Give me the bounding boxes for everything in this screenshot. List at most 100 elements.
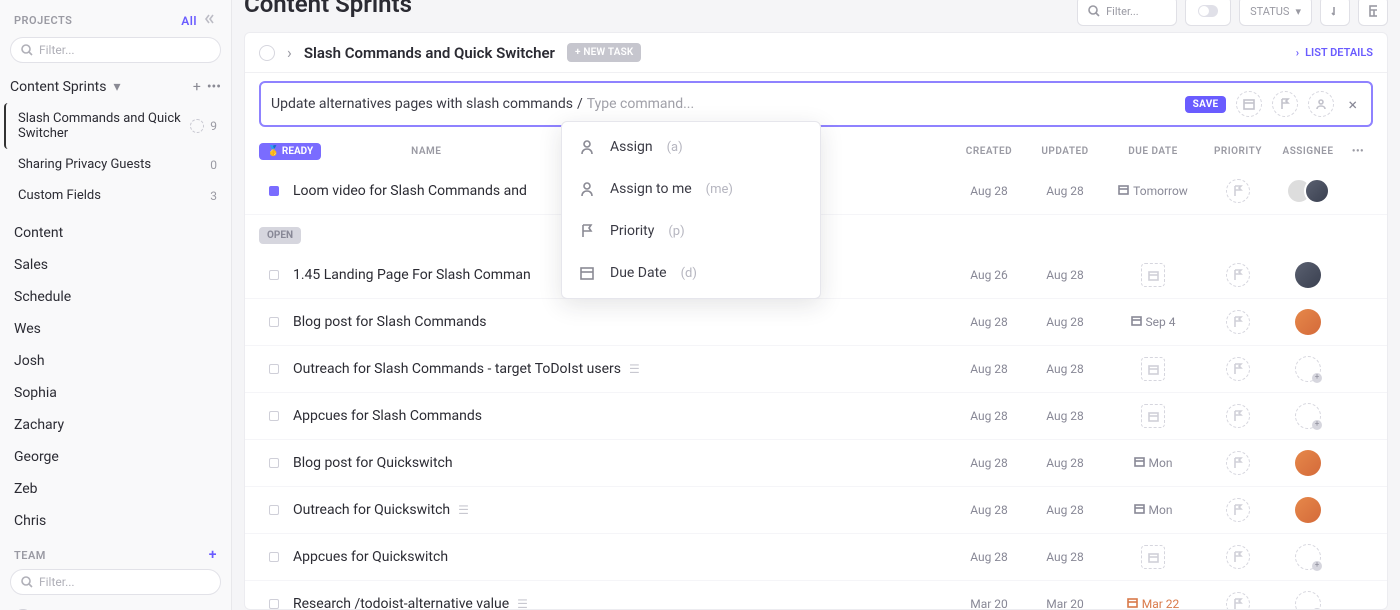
task-due[interactable] <box>1103 263 1203 287</box>
task-priority[interactable] <box>1203 592 1273 610</box>
assignee-ghost-icon[interactable] <box>1308 91 1334 117</box>
task-row[interactable]: Outreach for Quickswitch☰ Aug 28 Aug 28 … <box>245 487 1387 534</box>
task-assignee[interactable] <box>1273 450 1343 476</box>
status-checkbox[interactable] <box>269 411 279 421</box>
task-row[interactable]: Research /todoist-alternative value☰ Mar… <box>245 581 1387 610</box>
task-row[interactable]: Blog post for Slash Commands Aug 28 Aug … <box>245 299 1387 346</box>
priority-ghost-icon <box>1226 498 1250 522</box>
new-task-button[interactable]: + NEW TASK <box>567 43 642 62</box>
task-name: Appcues for Slash Commands <box>293 408 951 424</box>
sidebar-nav-item[interactable]: George <box>0 441 231 473</box>
status-circle-icon[interactable] <box>259 45 275 61</box>
sidebar-nav-item[interactable]: Wes <box>0 313 231 345</box>
top-filter-input[interactable]: Filter... <box>1077 0 1177 26</box>
task-assignee[interactable] <box>1273 356 1343 382</box>
save-button[interactable]: SAVE <box>1185 96 1227 113</box>
status-checkbox[interactable] <box>269 270 279 280</box>
list-details-link[interactable]: › LIST DETAILS <box>1296 46 1373 59</box>
sidebar-nav-item[interactable]: Josh <box>0 345 231 377</box>
task-priority[interactable] <box>1203 263 1273 287</box>
task-row[interactable]: Appcues for Quickswitch Aug 28 Aug 28 <box>245 534 1387 581</box>
task-due[interactable] <box>1103 404 1203 428</box>
task-created: Mar 20 <box>951 597 1027 610</box>
status-checkbox[interactable] <box>269 552 279 562</box>
task-assignee[interactable] <box>1273 178 1343 204</box>
slash-menu-item[interactable]: Assign (a) <box>562 126 820 168</box>
layout-button[interactable] <box>1358 0 1388 26</box>
collapse-sidebar-icon[interactable] <box>203 12 217 29</box>
sidebar-nav-item[interactable]: Content <box>0 217 231 249</box>
add-project-icon[interactable]: + <box>193 79 201 95</box>
projects-all-link[interactable]: All <box>181 14 197 28</box>
task-priority[interactable] <box>1203 451 1273 475</box>
command-input-bar[interactable]: Update alternatives pages with slash com… <box>259 81 1373 127</box>
sidebar-nav-item[interactable]: Chris <box>0 505 231 537</box>
task-priority[interactable] <box>1203 310 1273 334</box>
task-due[interactable]: Mon <box>1103 456 1203 470</box>
due-ghost-icon[interactable] <box>1141 404 1165 428</box>
sidebar-project-item[interactable]: Sharing Privacy Guests0 <box>4 149 227 180</box>
status-checkbox[interactable] <box>269 317 279 327</box>
slash-menu-item[interactable]: Due Date (d) <box>562 252 820 294</box>
task-due[interactable]: Tomorrow <box>1103 184 1203 198</box>
task-updated: Aug 28 <box>1027 315 1103 329</box>
status-checkbox[interactable] <box>269 458 279 468</box>
task-priority[interactable] <box>1203 179 1273 203</box>
task-row[interactable]: Outreach for Slash Commands - target ToD… <box>245 346 1387 393</box>
sidebar-nav-item[interactable]: Sophia <box>0 377 231 409</box>
loading-icon <box>190 119 204 133</box>
slash-menu-item[interactable]: Assign to me (me) <box>562 168 820 210</box>
task-assignee[interactable] <box>1273 497 1343 523</box>
breadcrumb-title[interactable]: Slash Commands and Quick Switcher <box>304 44 555 62</box>
team-filter-input[interactable]: Filter... <box>10 569 221 595</box>
project-group-more-icon[interactable]: ••• <box>207 79 221 95</box>
due-date-ghost-icon[interactable] <box>1236 91 1262 117</box>
due-ghost-icon[interactable] <box>1141 545 1165 569</box>
due-ghost-icon[interactable] <box>1141 263 1165 287</box>
sidebar-project-item[interactable]: Slash Commands and Quick Switcher9 <box>4 103 227 149</box>
slash-menu-item[interactable]: Priority (p) <box>562 210 820 252</box>
task-assignee[interactable] <box>1273 262 1343 288</box>
view-toggle[interactable] <box>1185 0 1231 26</box>
task-due[interactable] <box>1103 545 1203 569</box>
task-assignee[interactable] <box>1273 309 1343 335</box>
group-badge[interactable]: 🥇 READY <box>259 143 321 160</box>
chevron-right-icon: › <box>287 43 292 62</box>
group-badge[interactable]: OPEN <box>259 227 301 244</box>
team-header: TEAM + <box>0 537 231 567</box>
sidebar-nav-item[interactable]: Sales <box>0 249 231 281</box>
task-assignee[interactable] <box>1273 403 1343 429</box>
task-assignee[interactable] <box>1273 591 1343 610</box>
status-checkbox[interactable] <box>269 599 279 609</box>
team-unassigned[interactable]: Unassigned 4 <box>0 603 231 610</box>
task-assignee[interactable] <box>1273 544 1343 570</box>
task-row[interactable]: Blog post for Quickswitch Aug 28 Aug 28 … <box>245 440 1387 487</box>
task-priority[interactable] <box>1203 357 1273 381</box>
task-due[interactable]: Mon <box>1103 503 1203 517</box>
task-due[interactable] <box>1103 357 1203 381</box>
due-ghost-icon[interactable] <box>1141 357 1165 381</box>
task-priority[interactable] <box>1203 404 1273 428</box>
task-due[interactable]: Mar 22 <box>1103 597 1203 610</box>
status-filter[interactable]: STATUS ▾ <box>1239 0 1312 26</box>
col-more-icon[interactable]: ••• <box>1343 146 1373 157</box>
task-priority[interactable] <box>1203 545 1273 569</box>
close-icon[interactable]: × <box>1344 95 1361 114</box>
sidebar-nav-item[interactable]: Zeb <box>0 473 231 505</box>
sort-button[interactable] <box>1320 0 1350 26</box>
priority-ghost-icon[interactable] <box>1272 91 1298 117</box>
status-checkbox[interactable] <box>269 186 279 196</box>
task-priority[interactable] <box>1203 498 1273 522</box>
col-created: CREATED <box>951 146 1027 157</box>
task-due[interactable]: Sep 4 <box>1103 315 1203 329</box>
task-row[interactable]: Appcues for Slash Commands Aug 28 Aug 28 <box>245 393 1387 440</box>
status-checkbox[interactable] <box>269 364 279 374</box>
sidebar-nav-item[interactable]: Schedule <box>0 281 231 313</box>
projects-filter-input[interactable]: Filter... <box>10 37 221 63</box>
task-updated: Aug 28 <box>1027 550 1103 564</box>
add-team-icon[interactable]: + <box>209 547 217 563</box>
project-group[interactable]: Content Sprints ▾ + ••• <box>0 71 231 103</box>
sidebar-nav-item[interactable]: Zachary <box>0 409 231 441</box>
status-checkbox[interactable] <box>269 505 279 515</box>
sidebar-project-item[interactable]: Custom Fields3 <box>4 180 227 211</box>
